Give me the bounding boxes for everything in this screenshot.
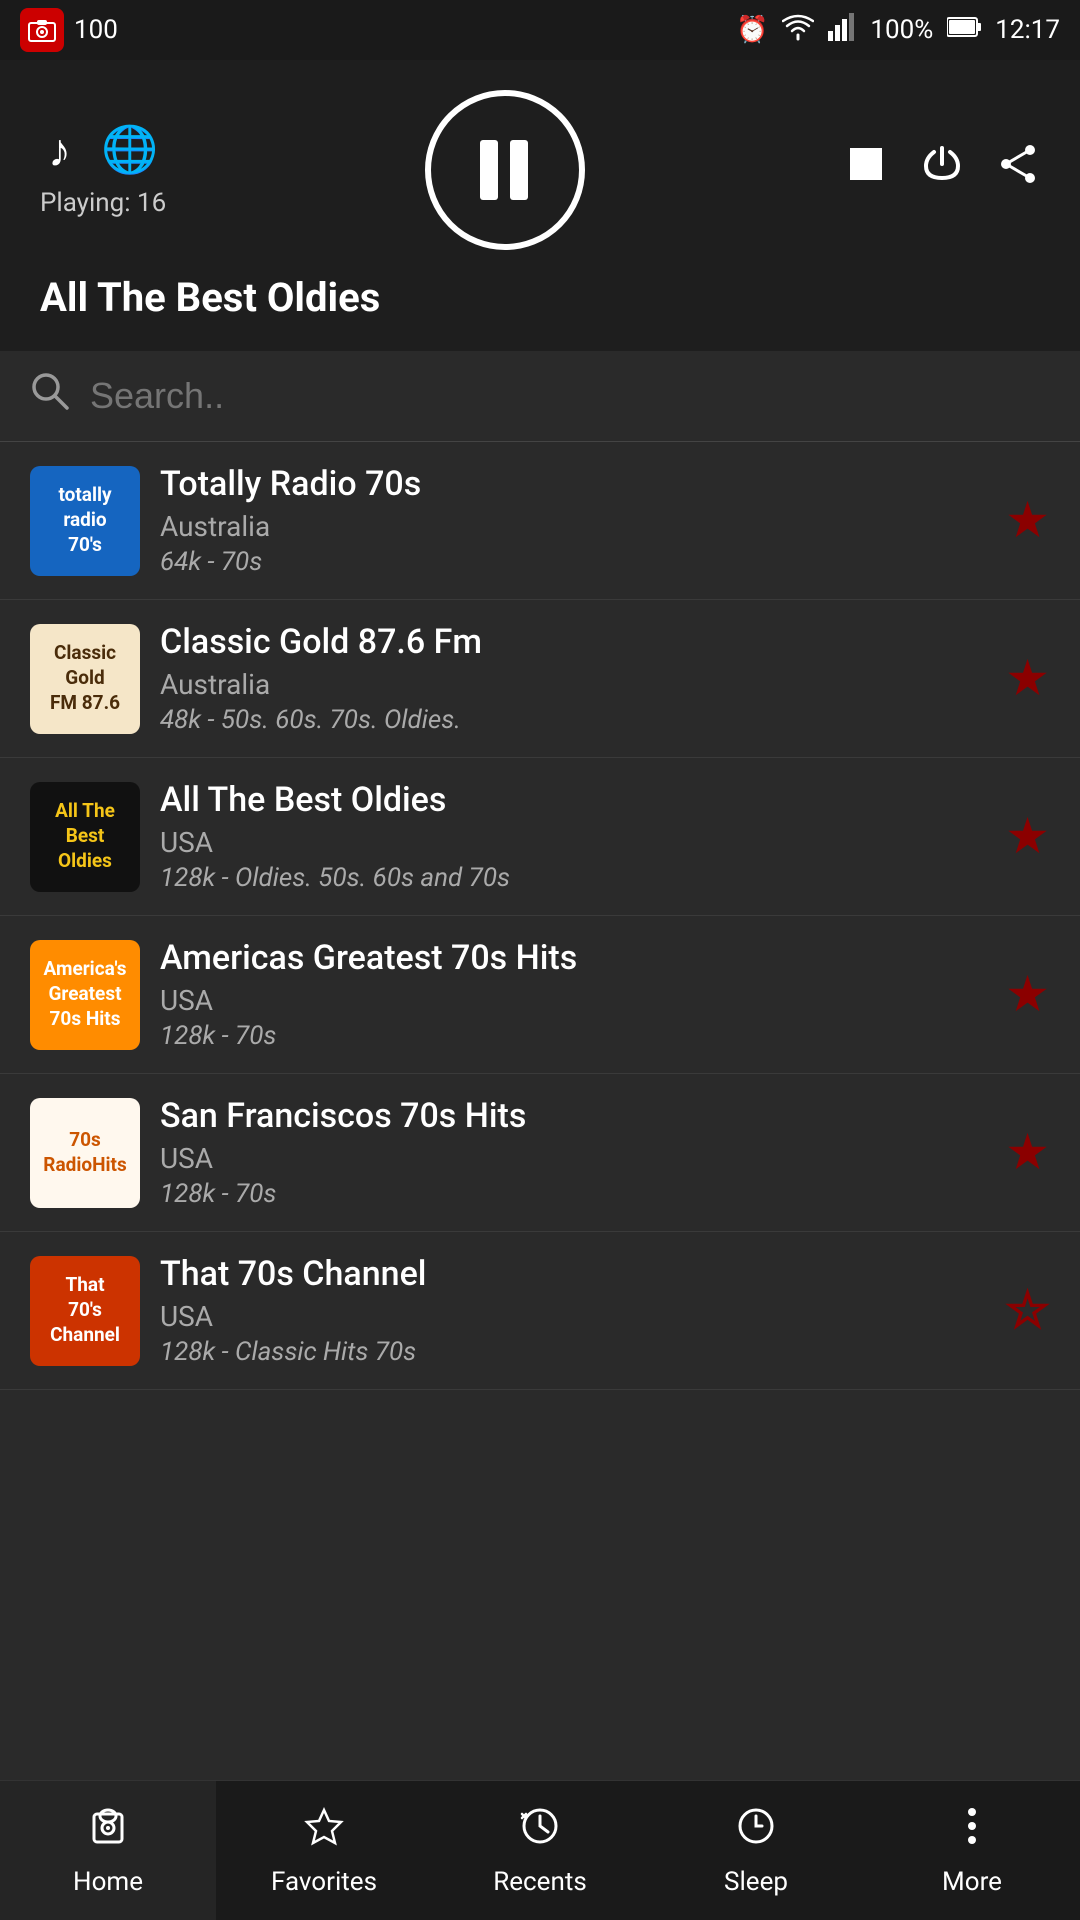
station-logo: totally radio 70's	[30, 466, 140, 576]
home-icon	[86, 1804, 130, 1859]
sleep-icon	[734, 1804, 778, 1859]
station-info: That 70s Channel USA 128k - Classic Hits…	[140, 1254, 1005, 1367]
recents-icon	[518, 1804, 562, 1859]
nav-home[interactable]: Home	[0, 1781, 216, 1920]
station-info: San Franciscos 70s Hits USA 128k - 70s	[140, 1096, 1005, 1209]
favorite-star[interactable]: ★	[1005, 965, 1050, 1024]
status-time: 12:17	[995, 15, 1060, 45]
station-name: Americas Greatest 70s Hits	[160, 938, 985, 978]
station-logo: Classic Gold FM 87.6	[30, 624, 140, 734]
stop-icon[interactable]	[844, 142, 888, 198]
station-meta: 128k - 70s	[160, 1021, 985, 1051]
nav-recents-label: Recents	[493, 1867, 587, 1897]
nav-home-label: Home	[73, 1867, 143, 1897]
status-bar: 100 ⏰ 100%	[0, 0, 1080, 60]
station-logo: America's Greatest 70s Hits	[30, 940, 140, 1050]
playing-label: Playing: 16	[40, 188, 166, 218]
station-info: Classic Gold 87.6 Fm Australia 48k - 50s…	[140, 622, 1005, 735]
favorite-star[interactable]: ★	[1005, 807, 1050, 866]
signal-icon	[828, 13, 856, 48]
nav-favorites-label: Favorites	[271, 1867, 377, 1897]
nav-favorites[interactable]: Favorites	[216, 1781, 432, 1920]
battery-icon	[947, 15, 981, 45]
station-meta: 128k - Classic Hits 70s	[160, 1337, 985, 1367]
station-item[interactable]: America's Greatest 70s Hits Americas Gre…	[0, 916, 1080, 1074]
music-icon[interactable]: ♪	[48, 123, 71, 178]
station-meta: 64k - 70s	[160, 547, 985, 577]
nav-sleep-label: Sleep	[724, 1867, 788, 1897]
player-area: ♪ 🌐 Playing: 16	[0, 60, 1080, 351]
share-icon[interactable]	[996, 142, 1040, 198]
battery-percent: 100%	[870, 15, 933, 45]
app-icon	[20, 8, 64, 52]
station-meta: 128k - 70s	[160, 1179, 985, 1209]
pause-icon	[480, 140, 530, 200]
player-left-controls: ♪ 🌐 Playing: 16	[40, 123, 166, 218]
favorite-star[interactable]: ★	[1005, 491, 1050, 550]
wifi-icon	[782, 13, 814, 48]
station-country: USA	[160, 984, 985, 1017]
station-info: All The Best Oldies USA 128k - Oldies. 5…	[140, 780, 1005, 893]
station-item[interactable]: totally radio 70's Totally Radio 70s Aus…	[0, 442, 1080, 600]
station-country: USA	[160, 826, 985, 859]
station-logo: That 70's Channel	[30, 1256, 140, 1366]
station-name: Totally Radio 70s	[160, 464, 985, 504]
station-info: Totally Radio 70s Australia 64k - 70s	[140, 464, 1005, 577]
station-meta: 48k - 50s. 60s. 70s. Oldies.	[160, 705, 985, 735]
station-meta: 128k - Oldies. 50s. 60s and 70s	[160, 863, 985, 893]
station-info: Americas Greatest 70s Hits USA 128k - 70…	[140, 938, 1005, 1051]
nav-more[interactable]: More	[864, 1781, 1080, 1920]
globe-icon[interactable]: 🌐	[101, 123, 158, 178]
station-logo: 70s RadioHits	[30, 1098, 140, 1208]
more-icon	[950, 1804, 994, 1859]
search-input[interactable]	[90, 375, 1050, 417]
station-country: Australia	[160, 510, 985, 543]
station-item[interactable]: Classic Gold FM 87.6 Classic Gold 87.6 F…	[0, 600, 1080, 758]
station-country: USA	[160, 1142, 985, 1175]
favorite-star[interactable]: ★	[1005, 1123, 1050, 1182]
status-right: ⏰ 100%	[736, 13, 1060, 48]
nav-recents[interactable]: Recents	[432, 1781, 648, 1920]
nav-sleep[interactable]: Sleep	[648, 1781, 864, 1920]
station-item[interactable]: 70s RadioHits San Franciscos 70s Hits US…	[0, 1074, 1080, 1232]
station-country: USA	[160, 1300, 985, 1333]
nav-more-label: More	[942, 1867, 1002, 1897]
bottom-nav: Home Favorites Recents Sleep	[0, 1780, 1080, 1920]
alarm-icon: ⏰	[736, 15, 768, 45]
pause-button[interactable]	[425, 90, 585, 250]
favorites-icon	[302, 1804, 346, 1859]
favorite-star[interactable]: ★	[1005, 649, 1050, 708]
station-logo: All The Best Oldies	[30, 782, 140, 892]
station-item[interactable]: That 70's Channel That 70s Channel USA 1…	[0, 1232, 1080, 1390]
station-item[interactable]: All The Best Oldies All The Best Oldies …	[0, 758, 1080, 916]
search-icon	[30, 371, 70, 421]
player-right-controls	[844, 142, 1040, 198]
now-playing-title: All The Best Oldies	[40, 274, 1040, 321]
station-name: That 70s Channel	[160, 1254, 985, 1294]
station-name: All The Best Oldies	[160, 780, 985, 820]
station-country: Australia	[160, 668, 985, 701]
status-app-number: 100	[74, 15, 118, 45]
station-name: Classic Gold 87.6 Fm	[160, 622, 985, 662]
power-icon[interactable]	[920, 142, 964, 198]
favorite-star[interactable]: ☆	[1005, 1281, 1050, 1340]
station-list: totally radio 70's Totally Radio 70s Aus…	[0, 442, 1080, 1762]
search-bar	[0, 351, 1080, 442]
station-name: San Franciscos 70s Hits	[160, 1096, 985, 1136]
